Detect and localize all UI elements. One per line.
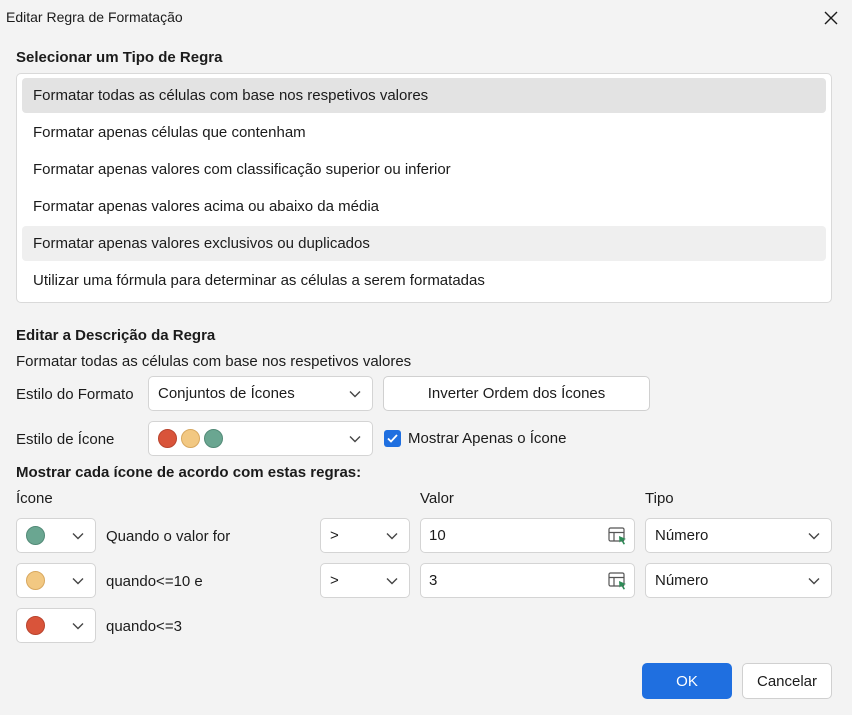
chevron-down-icon: [386, 577, 398, 584]
rule-row-1-value: 10: [429, 527, 446, 544]
yellow-circle-icon: [26, 571, 45, 590]
cell-reference-picker-icon[interactable]: [608, 571, 628, 590]
chevron-down-icon: [72, 532, 84, 539]
checkmark-icon: [387, 434, 398, 443]
chevron-down-icon: [72, 622, 84, 629]
dialog-title: Editar Regra de Formatação: [6, 9, 183, 25]
ok-button[interactable]: OK: [642, 663, 732, 699]
rule-row-2-operator-dropdown[interactable]: >: [320, 563, 410, 598]
rule-type-list[interactable]: Formatar todas as células com base nos r…: [16, 73, 832, 303]
chevron-down-icon: [808, 577, 820, 584]
rule-row-1-type: Número: [655, 527, 709, 544]
cell-reference-picker-icon[interactable]: [608, 526, 628, 545]
rule-description-subtitle: Formatar todas as células com base nos r…: [16, 353, 412, 370]
rule-row-2-icon-dropdown[interactable]: [16, 563, 96, 598]
rule-type-item-unique-duplicate[interactable]: Formatar apenas valores exclusivos ou du…: [22, 226, 826, 261]
show-icon-only-option[interactable]: Mostrar Apenas o Ícone: [384, 430, 566, 447]
yellow-circle-icon: [181, 429, 200, 448]
rule-type-item-above-below-average[interactable]: Formatar apenas valores acima ou abaixo …: [22, 189, 826, 224]
rule-row-1-text: Quando o valor for: [106, 528, 231, 545]
reverse-icon-order-button[interactable]: Inverter Ordem dos Ícones: [383, 376, 650, 411]
format-style-label: Estilo do Formato: [16, 386, 134, 403]
rule-type-item-top-bottom[interactable]: Formatar apenas valores com classificaçã…: [22, 152, 826, 187]
icon-style-label: Estilo de Ícone: [16, 431, 115, 448]
green-circle-icon: [26, 526, 45, 545]
show-icon-only-checkbox[interactable]: [384, 430, 401, 447]
icon-style-dropdown[interactable]: [148, 421, 373, 456]
green-circle-icon: [204, 429, 223, 448]
rule-row-3-icon-dropdown[interactable]: [16, 608, 96, 643]
red-circle-icon: [158, 429, 177, 448]
rule-row-1-operator: >: [330, 527, 339, 544]
rule-row-2-operator: >: [330, 572, 339, 589]
rule-row-1-type-dropdown[interactable]: Número: [645, 518, 832, 553]
chevron-down-icon: [349, 390, 361, 397]
red-circle-icon: [26, 616, 45, 635]
chevron-down-icon: [386, 532, 398, 539]
rule-row-2-value: 3: [429, 572, 438, 589]
rule-row-2-value-input[interactable]: 3: [420, 563, 635, 598]
rule-type-heading: Selecionar um Tipo de Regra: [16, 49, 223, 66]
chevron-down-icon: [72, 577, 84, 584]
rule-row-2-type-dropdown[interactable]: Número: [645, 563, 832, 598]
show-icon-only-label: Mostrar Apenas o Ícone: [408, 430, 567, 447]
chevron-down-icon: [808, 532, 820, 539]
column-header-type: Tipo: [645, 490, 674, 507]
rule-type-item-contains[interactable]: Formatar apenas células que contenham: [22, 115, 826, 150]
rule-row-1-operator-dropdown[interactable]: >: [320, 518, 410, 553]
column-header-value: Valor: [420, 490, 454, 507]
column-header-icon: Ícone: [16, 490, 53, 507]
format-style-dropdown[interactable]: Conjuntos de Ícones: [148, 376, 373, 411]
rule-type-item-all-cells[interactable]: Formatar todas as células com base nos r…: [22, 78, 826, 113]
close-icon: [824, 11, 838, 25]
icon-rules-heading: Mostrar cada ícone de acordo com estas r…: [16, 464, 362, 481]
chevron-down-icon: [349, 435, 361, 442]
cancel-button[interactable]: Cancelar: [742, 663, 832, 699]
rule-row-2-type: Número: [655, 572, 709, 589]
rule-row-2-text: quando<=10 e: [106, 573, 203, 590]
rule-row-3-text: quando<=3: [106, 618, 182, 635]
rule-row-1-value-input[interactable]: 10: [420, 518, 635, 553]
rule-type-item-formula[interactable]: Utilizar uma fórmula para determinar as …: [22, 263, 826, 298]
rule-row-1-icon-dropdown[interactable]: [16, 518, 96, 553]
rule-description-heading: Editar a Descrição da Regra: [16, 327, 216, 344]
format-style-value: Conjuntos de Ícones: [158, 385, 295, 402]
close-button[interactable]: [816, 4, 846, 32]
